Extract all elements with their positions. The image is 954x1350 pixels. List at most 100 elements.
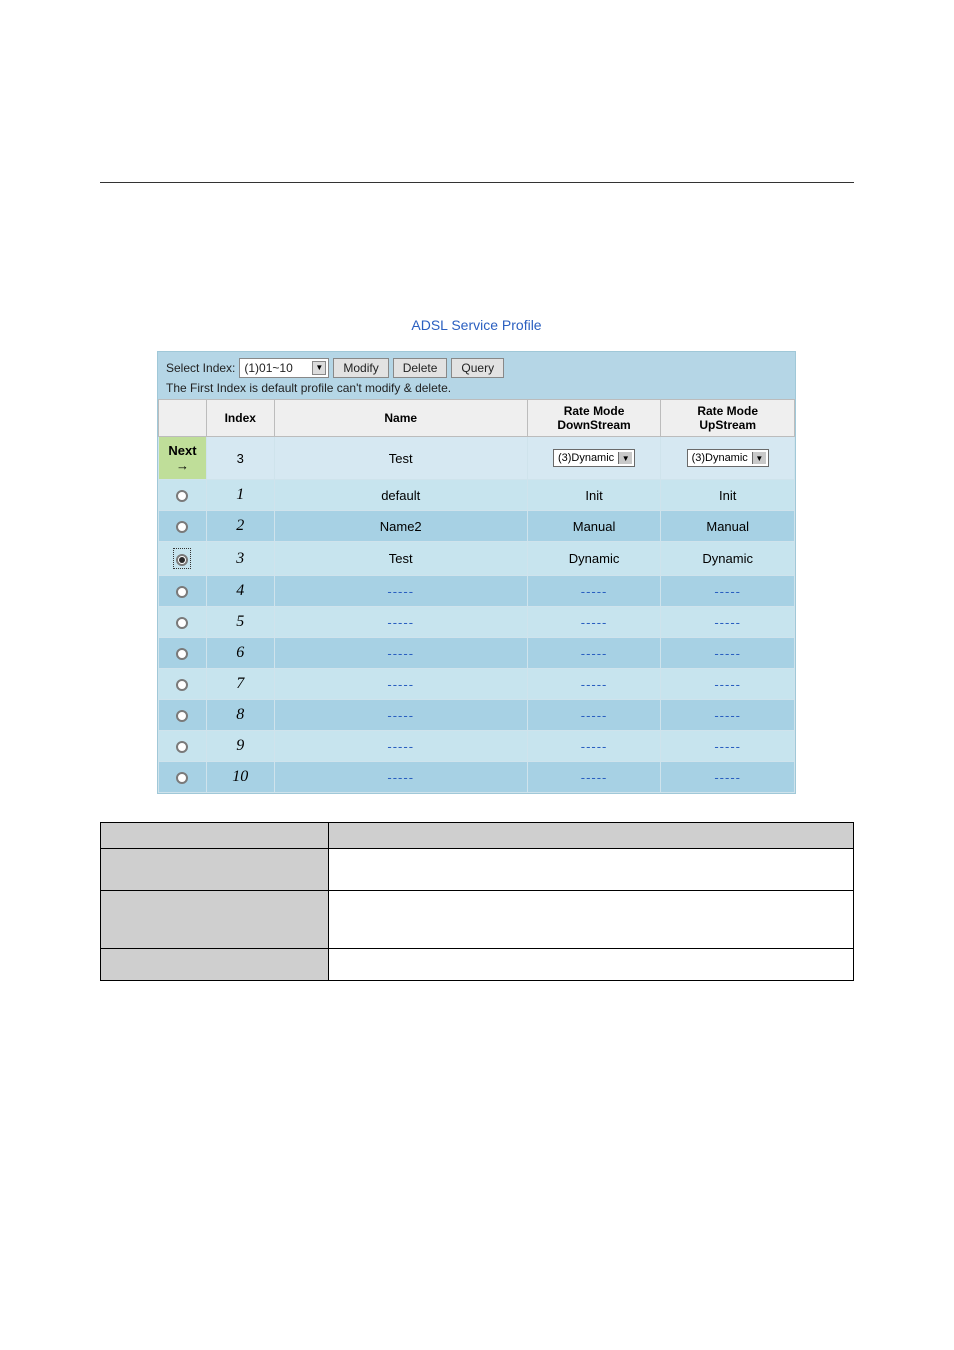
query-button[interactable]: Query (451, 358, 504, 378)
row-name: default (274, 480, 527, 511)
row-index: 5 (206, 607, 274, 638)
row-radio-cell[interactable] (159, 607, 207, 638)
table-row: 7--------------- (159, 669, 795, 700)
row-down: Init (527, 480, 661, 511)
row-down: ----- (527, 762, 661, 793)
row-radio-cell[interactable] (159, 511, 207, 542)
row-index: 9 (206, 731, 274, 762)
horizontal-rule (100, 182, 854, 183)
table-row: 5--------------- (159, 607, 795, 638)
row-down: Manual (527, 511, 661, 542)
row-name: ----- (274, 700, 527, 731)
radio-icon (176, 617, 188, 629)
toolbar: Select Index: (1)01~10 ▼ Modify Delete Q… (158, 352, 795, 399)
select-index-value: (1)01~10 (244, 361, 292, 375)
delete-button[interactable]: Delete (393, 358, 448, 378)
row-radio-cell[interactable] (159, 542, 207, 576)
select-index-dropdown[interactable]: (1)01~10 ▼ (239, 358, 329, 378)
table-row: 3TestDynamicDynamic (159, 542, 795, 576)
adsl-service-profile-panel: ADSL Service Profile Select Index: (1)01… (157, 317, 796, 794)
desc-row (101, 949, 854, 981)
row-radio-cell[interactable] (159, 669, 207, 700)
radio-icon (176, 648, 188, 660)
header-index: Index (206, 400, 274, 437)
header-blank (159, 400, 207, 437)
row-down: ----- (527, 731, 661, 762)
radio-icon (176, 586, 188, 598)
table-row: 6--------------- (159, 638, 795, 669)
next-label: Next → (159, 437, 207, 480)
row-radio-cell[interactable] (159, 480, 207, 511)
row-down: ----- (527, 638, 661, 669)
dropdown-arrow-icon: ▼ (312, 361, 326, 375)
dropdown-arrow-icon: ▼ (618, 452, 632, 464)
header-name: Name (274, 400, 527, 437)
next-name: Test (274, 437, 527, 480)
row-down: Dynamic (527, 542, 661, 576)
row-index: 2 (206, 511, 274, 542)
row-name: ----- (274, 669, 527, 700)
row-radio-cell[interactable] (159, 700, 207, 731)
row-name: ----- (274, 731, 527, 762)
row-name: ----- (274, 576, 527, 607)
next-row: Next →3Test(3)Dynamic▼(3)Dynamic▼ (159, 437, 795, 480)
radio-icon (176, 710, 188, 722)
toolbar-note: The First Index is default profile can't… (166, 381, 787, 395)
row-up: ----- (661, 731, 795, 762)
desc-row (101, 823, 854, 849)
next-down[interactable]: (3)Dynamic▼ (527, 437, 661, 480)
radio-icon (176, 490, 188, 502)
row-radio-cell[interactable] (159, 731, 207, 762)
table-row: 4--------------- (159, 576, 795, 607)
row-up: ----- (661, 762, 795, 793)
row-up: ----- (661, 700, 795, 731)
profile-table: Index Name Rate Mode DownStream Rate Mod… (158, 399, 795, 793)
row-up: Init (661, 480, 795, 511)
row-index: 7 (206, 669, 274, 700)
table-header-row: Index Name Rate Mode DownStream Rate Mod… (159, 400, 795, 437)
row-index: 10 (206, 762, 274, 793)
row-up: ----- (661, 669, 795, 700)
header-up: Rate Mode UpStream (661, 400, 795, 437)
radio-icon (176, 521, 188, 533)
radio-icon (176, 679, 188, 691)
row-index: 6 (206, 638, 274, 669)
header-down: Rate Mode DownStream (527, 400, 661, 437)
row-name: ----- (274, 762, 527, 793)
row-up: Manual (661, 511, 795, 542)
table-row: 1defaultInitInit (159, 480, 795, 511)
next-index: 3 (206, 437, 274, 480)
description-table (100, 822, 854, 981)
row-up: ----- (661, 607, 795, 638)
row-radio-cell[interactable] (159, 762, 207, 793)
row-up: ----- (661, 576, 795, 607)
row-radio-cell[interactable] (159, 638, 207, 669)
select-index-label: Select Index: (166, 361, 235, 375)
row-name: Name2 (274, 511, 527, 542)
dropdown-arrow-icon: ▼ (752, 452, 766, 464)
row-up: Dynamic (661, 542, 795, 576)
row-down: ----- (527, 576, 661, 607)
panel-title: ADSL Service Profile (157, 317, 796, 333)
table-row: 8--------------- (159, 700, 795, 731)
radio-icon (176, 554, 188, 566)
row-name: ----- (274, 607, 527, 638)
modify-button[interactable]: Modify (333, 358, 388, 378)
panel-box: Select Index: (1)01~10 ▼ Modify Delete Q… (157, 351, 796, 794)
row-down: ----- (527, 607, 661, 638)
row-up: ----- (661, 638, 795, 669)
table-row: 2Name2ManualManual (159, 511, 795, 542)
row-name: ----- (274, 638, 527, 669)
table-row: 10--------------- (159, 762, 795, 793)
row-name: Test (274, 542, 527, 576)
radio-icon (176, 741, 188, 753)
next-up[interactable]: (3)Dynamic▼ (661, 437, 795, 480)
desc-row (101, 891, 854, 949)
row-index: 4 (206, 576, 274, 607)
row-index: 8 (206, 700, 274, 731)
row-down: ----- (527, 700, 661, 731)
row-down: ----- (527, 669, 661, 700)
desc-row (101, 849, 854, 891)
row-radio-cell[interactable] (159, 576, 207, 607)
row-index: 1 (206, 480, 274, 511)
